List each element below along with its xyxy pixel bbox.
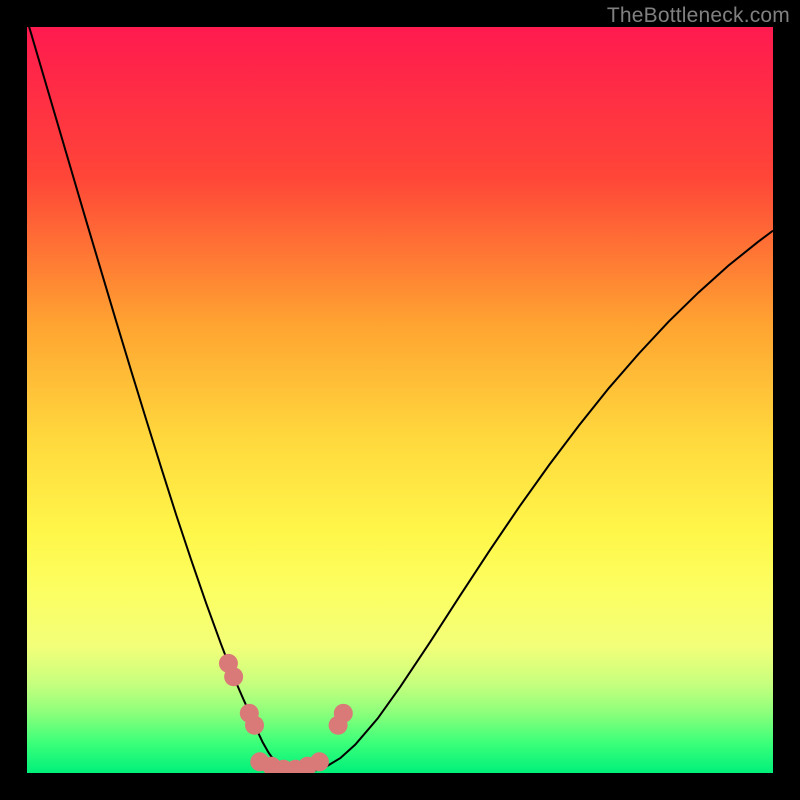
bottleneck-chart — [27, 27, 773, 773]
curve-marker — [224, 667, 243, 686]
watermark-text: TheBottleneck.com — [607, 4, 790, 28]
curve-marker — [334, 704, 353, 723]
curve-marker — [310, 752, 329, 771]
curve-marker — [245, 716, 264, 735]
chart-background — [27, 27, 773, 773]
chart-stage: TheBottleneck.com — [0, 0, 800, 800]
